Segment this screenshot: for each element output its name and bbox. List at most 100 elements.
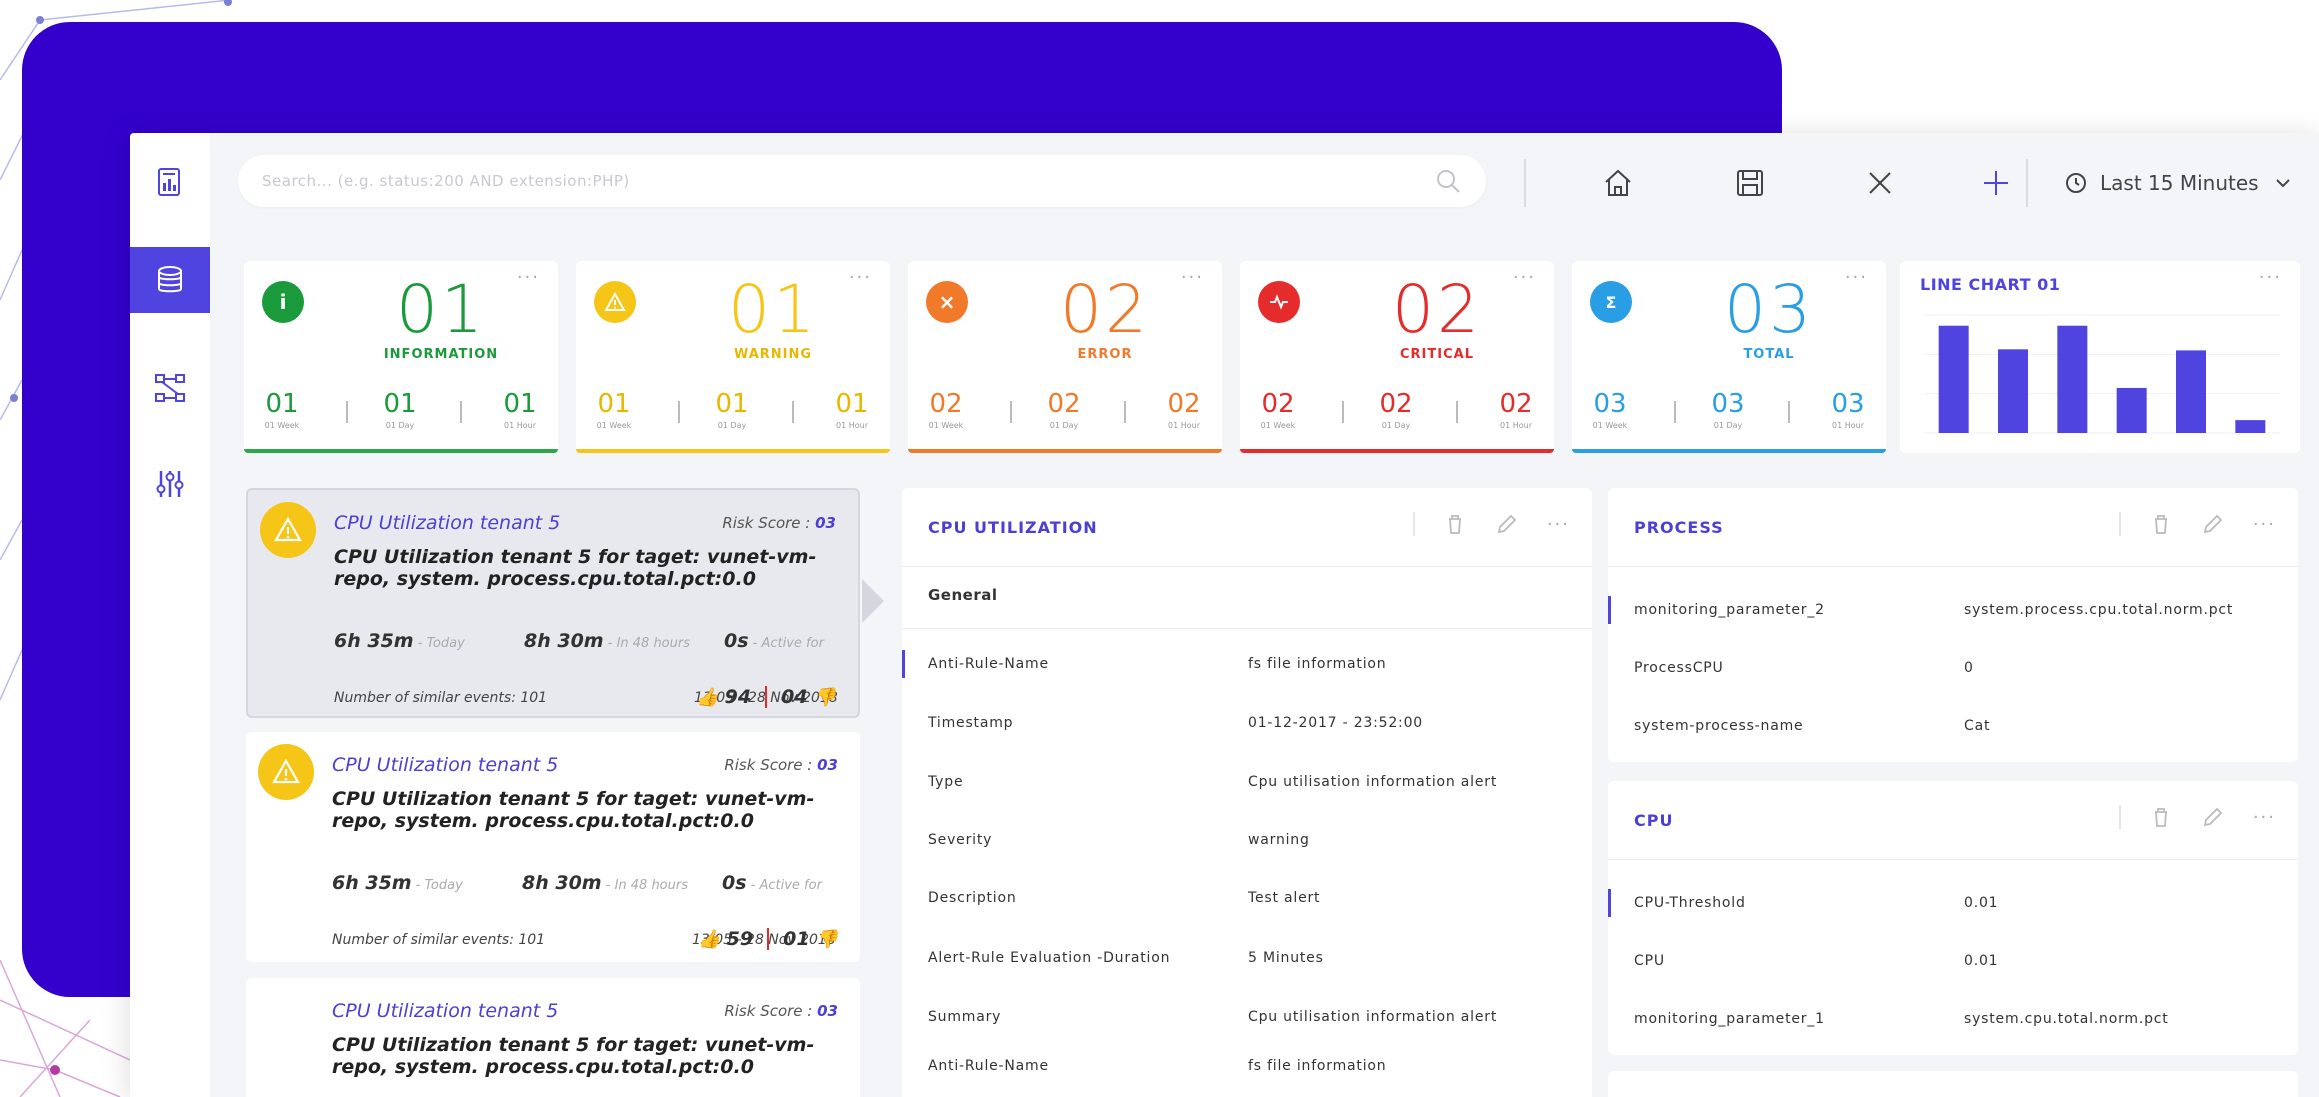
- trash-icon[interactable]: [1443, 512, 1467, 536]
- alert-time-value: 0s: [724, 630, 749, 652]
- chart-bar[interactable]: [2235, 420, 2266, 433]
- divider: [1788, 401, 1790, 423]
- stat-week-value: 02: [929, 389, 963, 419]
- panel-actions: ···: [1412, 512, 1570, 536]
- field-value: Cpu utilisation information alert: [1248, 1009, 1498, 1025]
- stat-card-critical[interactable]: ··· 02 CRITICAL 02 01 Week 02 01 Day 02 01 …: [1240, 261, 1554, 453]
- risk-score: Risk Score : 03: [724, 756, 838, 774]
- row-accent: [902, 650, 905, 678]
- thumbs-down-icon[interactable]: 👎: [816, 929, 838, 950]
- stat-value: 01: [728, 271, 818, 348]
- warning-icon: [258, 744, 314, 800]
- time-range-picker[interactable]: Last 15 Minutes: [2064, 163, 2295, 203]
- alert-description: CPU Utilization tenant 5 for taget: vune…: [332, 788, 815, 832]
- panel-actions: ···: [2118, 805, 2276, 829]
- risk-score-value: 03: [817, 1002, 838, 1020]
- sidebar-item-database[interactable]: [130, 247, 210, 313]
- stat-hour-caption: 01 Hour: [504, 421, 536, 430]
- stat-value: 02: [1392, 271, 1482, 348]
- stat-accent-bar: [576, 449, 890, 453]
- risk-score: Risk Score : 03: [722, 514, 836, 532]
- stat-label: TOTAL: [1743, 347, 1795, 362]
- field-label: Anti-Rule-Name: [928, 656, 1049, 672]
- alert-votes: 👍 59 01 👎: [698, 928, 838, 950]
- pencil-icon[interactable]: [1495, 512, 1519, 536]
- close-button[interactable]: [1860, 163, 1900, 203]
- stat-hour: 03 01 Hour: [1818, 389, 1878, 430]
- chevron-down-icon: [2275, 179, 2290, 188]
- divider: [1342, 401, 1344, 423]
- chart-bar[interactable]: [2176, 350, 2206, 433]
- chart-bar[interactable]: [1998, 349, 2028, 433]
- alert-card[interactable]: CPU Utilization tenant 5 Risk Score : 03…: [246, 732, 860, 962]
- field-value: 0: [1964, 660, 1974, 676]
- stat-hour-caption: 01 Hour: [836, 421, 868, 430]
- line-chart-card[interactable]: LINE CHART 01 ···: [1900, 261, 2300, 453]
- stat-hour: 01 01 Hour: [490, 389, 550, 430]
- field-value: warning: [1248, 832, 1310, 848]
- process-panel: PROCESS ··· monitoring_parameter_2 syste…: [1608, 488, 2298, 762]
- save-icon: [1737, 170, 1763, 196]
- alert-title[interactable]: CPU Utilization tenant 5: [332, 1000, 558, 1022]
- stat-card-error[interactable]: × ··· 02 ERROR 02 01 Week 02 01 Day 02 01 H…: [908, 261, 1222, 453]
- network-icon: [155, 374, 185, 402]
- stat-card-warning[interactable]: ··· 01 WARNING 01 01 Week 01 01 Day 01 01 H…: [576, 261, 890, 453]
- stat-day: 03 01 Day: [1698, 389, 1758, 430]
- more-icon[interactable]: ···: [2253, 807, 2276, 828]
- alert-title[interactable]: CPU Utilization tenant 5: [334, 512, 560, 534]
- risk-score-value: 03: [815, 514, 836, 532]
- panel-title: CPU UTILIZATION: [928, 518, 1098, 537]
- pencil-icon[interactable]: [2201, 805, 2225, 829]
- save-button[interactable]: [1730, 163, 1770, 203]
- chart-bar[interactable]: [2116, 387, 2147, 433]
- stat-week-value: 02: [1261, 389, 1295, 419]
- pencil-icon[interactable]: [2201, 512, 2225, 536]
- chart-bar[interactable]: [2057, 325, 2088, 433]
- more-icon[interactable]: ···: [2253, 514, 2276, 535]
- alert-card[interactable]: CPU Utilization tenant 5 Risk Score : 03…: [246, 978, 860, 1097]
- search-bar[interactable]: Search... (e.g. status:200 AND extension…: [238, 155, 1486, 207]
- more-icon[interactable]: ···: [1547, 514, 1570, 535]
- alert-description: CPU Utilization tenant 5 for taget: vune…: [334, 546, 817, 590]
- alert-card[interactable]: CPU Utilization tenant 5 Risk Score : 03…: [246, 488, 860, 718]
- sidebar-item-analytics[interactable]: [130, 149, 210, 215]
- thumbs-up-icon[interactable]: 👍: [698, 929, 720, 950]
- divider: [767, 928, 770, 950]
- alert-time-note: - Active for: [746, 878, 822, 893]
- warning-icon: [260, 502, 316, 558]
- stat-day-caption: 01 Day: [1049, 421, 1079, 430]
- field-value: 0.01: [1964, 895, 1999, 911]
- chart-bar[interactable]: [1938, 325, 1969, 433]
- field-label: Timestamp: [928, 715, 1014, 731]
- sidebar-item-settings[interactable]: [130, 451, 210, 517]
- alert-time-value: 6h 35m: [332, 872, 412, 894]
- alert-time-note: - Active for: [748, 636, 824, 651]
- divider: [2118, 805, 2121, 829]
- toolbar-divider: [1524, 159, 1526, 207]
- analytics-icon: [158, 168, 180, 196]
- thumbs-up-icon[interactable]: 👍: [696, 687, 718, 708]
- plus-icon: [1984, 171, 2008, 195]
- stat-day: 01 01 Day: [702, 389, 762, 430]
- thumbs-down-icon[interactable]: 👎: [814, 687, 836, 708]
- alert-title[interactable]: CPU Utilization tenant 5: [332, 754, 558, 776]
- stat-card-total[interactable]: Σ ··· 03 TOTAL 03 01 Week 03 01 Day 03 01 H…: [1572, 261, 1886, 453]
- trash-icon[interactable]: [2149, 512, 2173, 536]
- alert-time-note: - Today: [411, 878, 463, 893]
- search-icon[interactable]: [1434, 167, 1462, 195]
- stat-day-value: 03: [1711, 389, 1745, 419]
- stat-week-caption: 01 Week: [1592, 421, 1628, 430]
- trash-icon[interactable]: [2149, 805, 2173, 829]
- field-label: CPU-Threshold: [1634, 895, 1746, 911]
- divider: [1124, 401, 1126, 423]
- row-accent: [1608, 889, 1611, 917]
- add-button[interactable]: [1976, 163, 2016, 203]
- stat-week: 02 01 Week: [1248, 389, 1308, 430]
- sidebar-item-network[interactable]: [130, 355, 210, 421]
- stat-card-information[interactable]: i ··· 01 INFORMATION 01 01 Week 01 01 Day …: [244, 261, 558, 453]
- home-button[interactable]: [1598, 163, 1638, 203]
- stat-label: INFORMATION: [383, 347, 499, 362]
- alert-time-note: - In 48 hours: [603, 636, 690, 651]
- divider: [1010, 401, 1012, 423]
- stat-day: 02 01 Day: [1366, 389, 1426, 430]
